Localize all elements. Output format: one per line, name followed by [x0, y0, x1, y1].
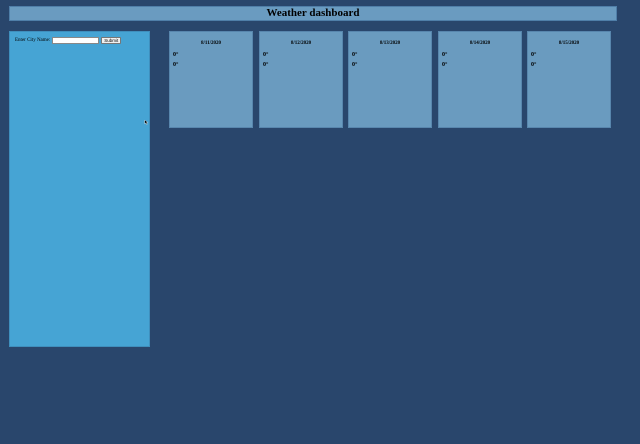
mouse-pointer-icon [144, 120, 149, 125]
forecast-card: 8/12/2020 0° 0° [259, 31, 343, 128]
city-search-form: Enter City Name: Submit [15, 37, 122, 44]
forecast-card: 8/14/2020 0° 0° [438, 31, 522, 128]
forecast-temperature: 0° [352, 52, 358, 58]
forecast-temperature: 0° [531, 52, 537, 58]
search-sidebar: Enter City Name: Submit [9, 31, 150, 347]
forecast-card: 8/13/2020 0° 0° [348, 31, 432, 128]
submit-button[interactable]: Submit [101, 37, 122, 44]
forecast-temperature: 0° [263, 52, 269, 58]
forecast-temperature: 0° [442, 52, 448, 58]
forecast-date: 8/11/2020 [200, 41, 221, 46]
page-header: Weather dashboard [9, 6, 617, 21]
forecast-date: 8/13/2020 [379, 41, 401, 46]
forecast-temperature: 0° [531, 62, 537, 68]
forecast-date: 8/12/2020 [290, 41, 312, 46]
forecast-card: 8/11/2020 0° 0° [169, 31, 253, 128]
forecast-cards: 8/11/2020 0° 0° 8/12/2020 0° 0° 8/13/202… [169, 31, 611, 128]
forecast-date: 8/15/2020 [558, 41, 580, 46]
forecast-temperature: 0° [352, 62, 358, 68]
city-name-input[interactable] [52, 37, 100, 44]
forecast-date: 8/14/2020 [469, 41, 491, 46]
forecast-card: 8/15/2020 0° 0° [527, 31, 611, 128]
forecast-temperature: 0° [442, 62, 448, 68]
forecast-temperature: 0° [263, 62, 269, 68]
page-title: Weather dashboard [266, 7, 360, 19]
forecast-temperature: 0° [173, 62, 179, 68]
city-name-label: Enter City Name: [15, 37, 51, 43]
forecast-temperature: 0° [173, 52, 179, 58]
